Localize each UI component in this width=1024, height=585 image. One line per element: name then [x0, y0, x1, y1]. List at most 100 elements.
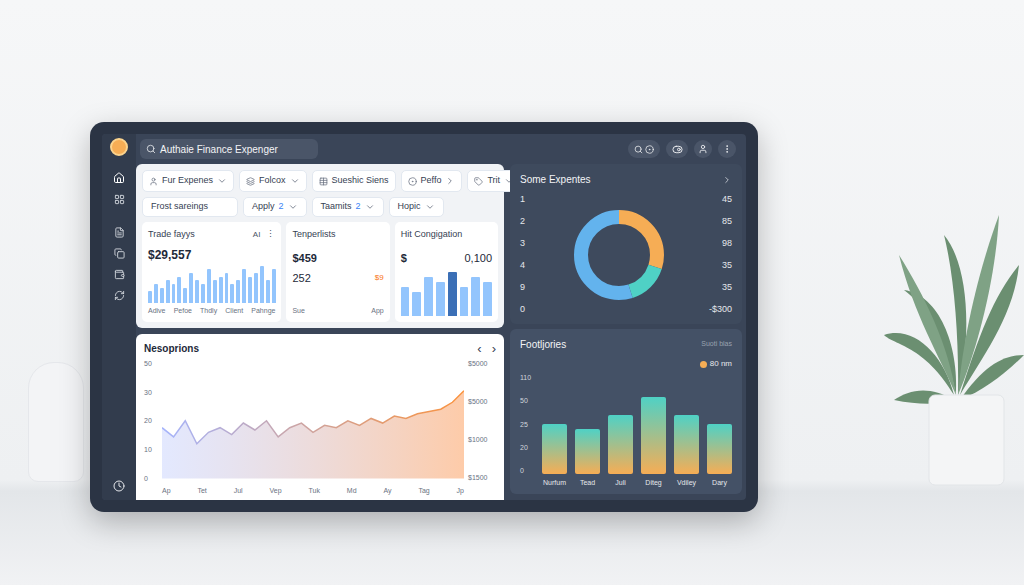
chevron-down-icon — [290, 176, 300, 186]
expense-value: 35 — [722, 283, 732, 292]
prev-button[interactable]: ‹ — [477, 342, 481, 355]
wallet-icon[interactable] — [114, 269, 125, 280]
screen: Authaie Finance Expenger Fur ExpenesFolco… — [102, 134, 746, 500]
filter-chip[interactable]: Hopic — [389, 197, 444, 217]
chevron-down-icon — [217, 176, 227, 186]
y-tick: $5000 — [468, 360, 496, 367]
x-tick: Vdiley — [677, 477, 696, 488]
expense-value: 85 — [722, 217, 732, 226]
card-menu[interactable]: ⋮ — [266, 228, 275, 242]
y-tick: 30 — [144, 389, 158, 396]
expense-value: 98 — [722, 239, 732, 248]
main: Authaie Finance Expenger Fur ExpenesFolco… — [136, 134, 746, 500]
card-value: $29,557 — [148, 246, 275, 264]
filter-chip[interactable]: Taamits2 — [312, 197, 384, 217]
card-title: Footljories — [520, 337, 566, 352]
y-tick: 25 — [520, 421, 536, 428]
home-icon[interactable] — [113, 172, 125, 184]
logo-icon[interactable] — [110, 138, 128, 156]
y-tick: 10 — [144, 446, 158, 453]
axis-label: Adive — [148, 306, 166, 317]
x-tick: Ap — [162, 486, 171, 497]
chevron-right-icon[interactable] — [722, 175, 732, 185]
filter-chip[interactable]: Sueshic Siens — [312, 170, 396, 192]
donut-segment — [581, 217, 657, 293]
overview-card: Fur ExpenesFolcoxSueshic SiensPeffoTritF… — [136, 164, 504, 328]
y-tick: 50 — [520, 397, 536, 404]
copy-icon[interactable] — [114, 248, 125, 259]
grid-icon[interactable] — [114, 194, 125, 205]
y-tick: 0 — [520, 467, 536, 474]
card-title: Tenperlists — [292, 228, 383, 242]
line-chart-line — [162, 391, 464, 444]
next-button[interactable]: › — [492, 342, 496, 355]
search-button[interactable] — [628, 140, 660, 158]
user-button[interactable] — [694, 140, 712, 158]
toggle-icon — [672, 144, 683, 155]
more-icon — [722, 144, 732, 154]
mini-bar — [189, 273, 193, 303]
expenses-card: Some Expentes1234904585983535-$300 — [510, 164, 742, 324]
card-title: Trade fayys — [148, 228, 195, 242]
filter-chip[interactable]: Frost sareings — [142, 197, 238, 217]
search-text: Authaie Finance Expenger — [160, 142, 278, 157]
filter-chip[interactable]: Apply2 — [243, 197, 307, 217]
clock-icon[interactable] — [113, 480, 125, 492]
search-field[interactable]: Authaie Finance Expenger — [140, 139, 318, 159]
expense-index: 1 — [520, 195, 540, 204]
filter-count: 2 — [356, 200, 361, 214]
chevron-down-icon — [365, 202, 375, 212]
file-icon[interactable] — [114, 227, 125, 238]
chevron-right-icon — [445, 176, 455, 186]
mini-bar — [183, 288, 187, 303]
mini-bar — [254, 273, 258, 303]
refresh-icon[interactable] — [114, 290, 125, 301]
mini-bar — [401, 287, 410, 316]
axis-label: Thdly — [200, 306, 217, 317]
card-currency: $ — [401, 250, 407, 267]
user-icon — [698, 144, 708, 154]
axis-label: Pefoe — [174, 306, 192, 317]
x-tick: Juli — [615, 477, 626, 488]
mini-bar — [213, 280, 217, 302]
toggle-button[interactable] — [666, 140, 688, 158]
mini-bar-chart — [148, 266, 275, 303]
bar — [674, 415, 699, 474]
mini-bar — [225, 273, 229, 303]
axis-label: Pahnge — [251, 306, 275, 317]
stat-cards: Trade fayysAI⋮$29,557AdivePefoeThdlyClie… — [142, 222, 498, 322]
filter-row: Fur ExpenesFolcoxSueshic SiensPeffoTrit — [142, 170, 498, 192]
mini-bar — [248, 277, 252, 303]
bar-column: Tead — [575, 374, 600, 488]
content: Fur ExpenesFolcoxSueshic SiensPeffoTritF… — [136, 164, 746, 500]
filter-chip[interactable]: Fur Expenes — [142, 170, 234, 192]
filter-chip[interactable]: Peffo — [401, 170, 463, 192]
right-column: Some Expentes1234904585983535-$300Footlj… — [510, 164, 742, 500]
more-button[interactable] — [718, 140, 736, 158]
x-tick: Tag — [418, 486, 429, 497]
mini-bar — [195, 280, 199, 302]
mini-bar — [448, 272, 457, 316]
stat-card: Tenperlists$459252$9SueApp — [286, 222, 389, 322]
mini-bar — [260, 266, 264, 303]
mini-bar — [242, 269, 246, 302]
search-icon — [146, 144, 156, 154]
filter-icon — [408, 177, 417, 186]
mini-bar — [424, 277, 433, 316]
line-chart-plot — [162, 363, 464, 479]
bar-column: Nurfum — [542, 374, 567, 488]
expense-value: 45 — [722, 195, 732, 204]
mini-bar — [154, 284, 158, 303]
mini-bar — [148, 291, 152, 302]
x-tick: Diteg — [645, 477, 661, 488]
legend-dot — [700, 361, 707, 368]
filter-icon — [149, 177, 158, 186]
filter-icon — [474, 177, 483, 186]
chevron-down-icon — [288, 202, 298, 212]
mini-bar — [201, 284, 205, 303]
mini-bar-chart — [401, 272, 492, 316]
mini-bar — [166, 280, 170, 302]
filter-chip[interactable]: Folcox — [239, 170, 307, 192]
mini-bar — [272, 269, 276, 302]
donut-segment — [581, 217, 657, 293]
